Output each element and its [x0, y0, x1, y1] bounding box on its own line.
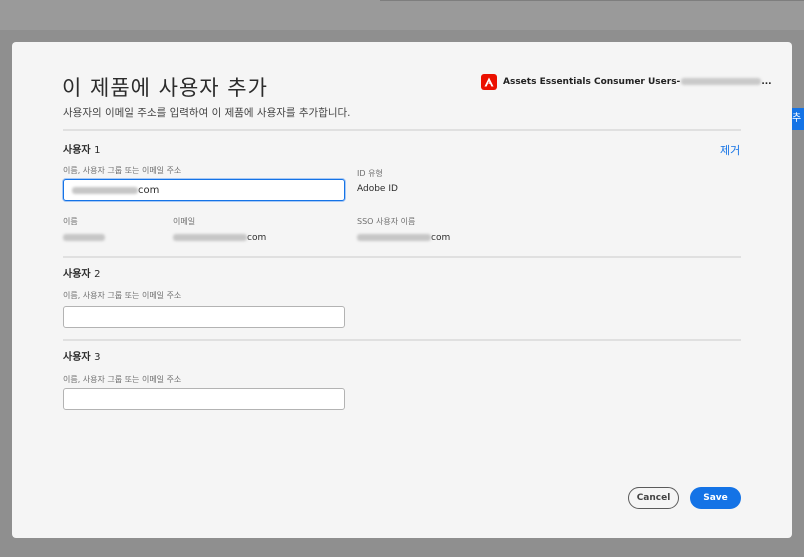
redacted-name — [63, 234, 105, 241]
cancel-button[interactable]: Cancel — [628, 487, 679, 509]
user-2-field-label: 이름, 사용자 그룹 또는 이메일 주소 — [63, 291, 182, 300]
background-add-button: 추가 — [792, 108, 804, 130]
user-1-field-label: 이름, 사용자 그룹 또는 이메일 주소 — [63, 166, 182, 175]
dialog-subtitle: 사용자의 이메일 주소를 입력하여 이 제품에 사용자를 추가합니다. — [63, 107, 351, 119]
user-2-heading: 사용자 2 — [63, 269, 101, 280]
redacted-product-id — [681, 78, 762, 85]
name-value — [63, 233, 105, 243]
email-value: com — [173, 233, 266, 243]
adobe-logo-icon — [481, 74, 497, 90]
add-users-dialog: 이 제품에 사용자 추가 사용자의 이메일 주소를 입력하여 이 제품에 사용자… — [12, 42, 792, 538]
user-3-input[interactable] — [63, 388, 345, 410]
product-name: Assets Essentials Consumer Users-... — [503, 77, 772, 87]
redacted-email — [173, 234, 247, 241]
redacted-sso-username — [357, 234, 431, 241]
sso-username-label: SSO 사용자 이름 — [357, 217, 416, 226]
save-button[interactable]: Save — [690, 487, 741, 509]
background-app-header — [0, 0, 804, 30]
redacted-email — [72, 186, 138, 194]
dialog-title: 이 제품에 사용자 추가 — [62, 76, 268, 100]
separator — [63, 129, 741, 131]
email-label: 이메일 — [173, 217, 196, 226]
user-3-field-label: 이름, 사용자 그룹 또는 이메일 주소 — [63, 375, 182, 384]
sso-username-value: com — [357, 233, 450, 243]
user-1-heading: 사용자 1 — [63, 145, 101, 156]
separator — [63, 256, 741, 258]
separator — [63, 339, 741, 341]
user-1-input-suffix: com — [138, 184, 160, 196]
name-label: 이름 — [63, 217, 78, 226]
id-type-label: ID 유형 — [357, 169, 383, 178]
id-type-value: Adobe ID — [357, 184, 398, 194]
user-2-input[interactable] — [63, 306, 345, 328]
remove-user-link[interactable]: 제거 — [720, 142, 740, 158]
user-1-input[interactable]: com — [63, 179, 345, 201]
background-divider — [380, 0, 804, 1]
user-3-heading: 사용자 3 — [63, 352, 101, 363]
product-label: Assets Essentials Consumer Users-... — [481, 74, 772, 90]
